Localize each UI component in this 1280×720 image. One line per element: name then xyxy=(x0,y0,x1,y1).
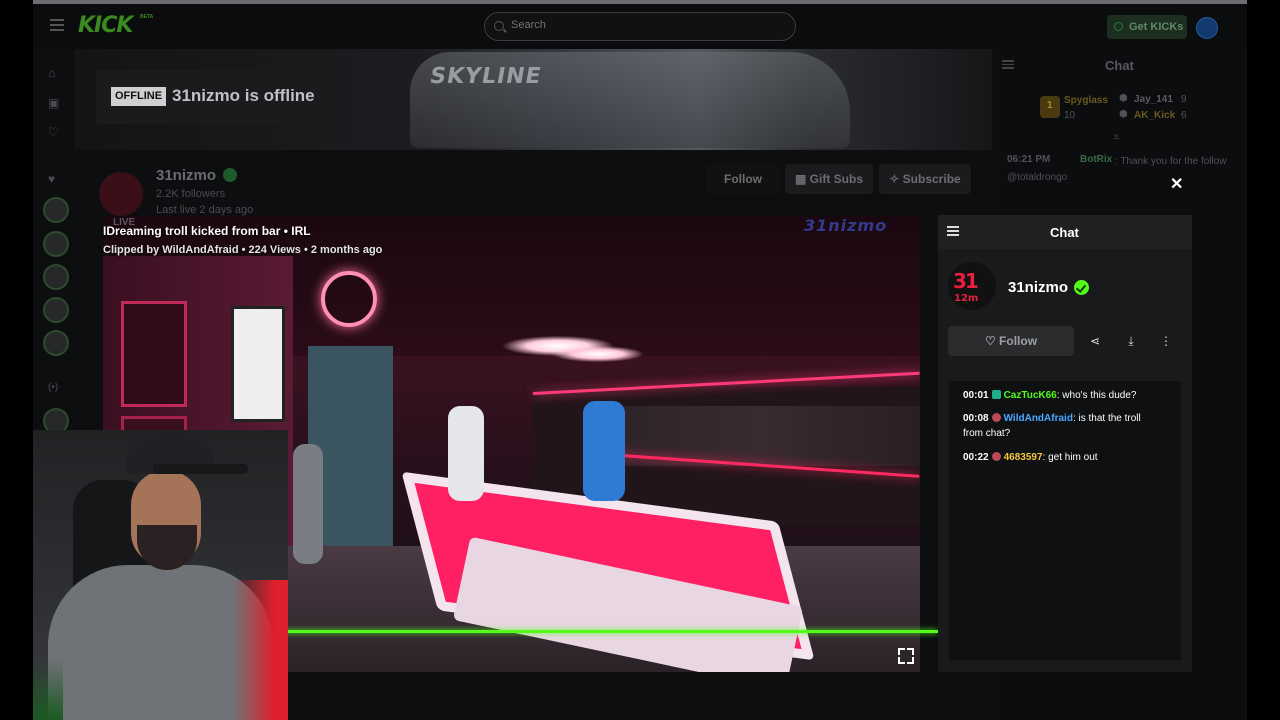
leaderboard-count: 6 xyxy=(1181,110,1187,121)
star-icon: ✧ xyxy=(889,172,903,186)
chat-message-text: : who's this dude? xyxy=(1056,390,1137,401)
webcam-streamer-cap-brim xyxy=(153,464,248,474)
subscribe-button[interactable]: ✧ Subscribe xyxy=(879,164,971,194)
kicks-coin-icon xyxy=(1114,22,1123,31)
video-person xyxy=(293,444,323,564)
gift-icon: ▦ xyxy=(794,172,810,186)
video-person xyxy=(448,406,484,501)
beta-badge: BETA xyxy=(140,14,154,20)
sidebar-channel-avatar[interactable] xyxy=(43,297,69,323)
webcam-overlay xyxy=(33,430,288,720)
menu-icon[interactable] xyxy=(50,19,64,31)
video-person xyxy=(583,401,625,501)
chat-username[interactable]: 4683597 xyxy=(1004,452,1043,463)
favorites-heart-icon[interactable]: ♥ xyxy=(48,172,55,186)
video-wall-frame xyxy=(121,301,187,407)
gift-subs-button[interactable]: ▦ Gift Subs xyxy=(785,164,873,194)
leaderboard-rank: 1 xyxy=(1047,100,1053,111)
fullscreen-icon[interactable] xyxy=(898,648,914,664)
video-watermark: 31nizmo xyxy=(804,216,888,235)
sidebar-channel-avatar[interactable] xyxy=(43,264,69,290)
get-kicks-label: Get KICKs xyxy=(1129,21,1184,33)
chat-username[interactable]: CazTucK66 xyxy=(1004,390,1057,401)
follow-label: Follow xyxy=(724,172,762,186)
more-icon[interactable]: ⋮ xyxy=(1152,326,1180,356)
video-tv xyxy=(231,306,285,422)
chat-username[interactable]: WildAndAfraid xyxy=(1004,413,1073,424)
live-channels-icon: (•) xyxy=(48,382,59,393)
verified-icon xyxy=(223,168,237,182)
search-input[interactable] xyxy=(509,18,773,32)
leaderboard-count: 10 xyxy=(1064,110,1076,121)
expand-leaderboard-icon[interactable]: ⩡ xyxy=(1113,130,1120,145)
collapse-chat-icon[interactable] xyxy=(1002,60,1014,70)
browse-icon[interactable]: ▣ xyxy=(48,96,59,110)
get-kicks-button[interactable]: Get KICKs xyxy=(1107,15,1187,39)
leaderboard-name[interactable]: AK_Kick xyxy=(1134,110,1175,121)
chat-message: 00:08 WildAndAfraid: is that the troll fr… xyxy=(963,411,1163,441)
leaderboard-name[interactable]: Jay_141 xyxy=(1134,94,1173,105)
gift-subs-label: Gift Subs xyxy=(809,172,863,186)
avatar-logo-top: 31 xyxy=(953,269,979,293)
kick-logo[interactable]: KICK xyxy=(78,13,133,38)
banner-car-text: SKYLINE xyxy=(427,64,544,89)
offline-badge: OFFLINE xyxy=(111,87,167,106)
clip-title: IDreaming troll kicked from bar • IRL xyxy=(103,224,311,238)
sidebar-channel-avatar[interactable] xyxy=(43,231,69,257)
badge-icon: ⬢ xyxy=(1119,93,1128,104)
heart-icon: ♡ xyxy=(984,334,1000,348)
chat-timestamp: 00:08 xyxy=(963,413,989,424)
sidebar-channel-avatar[interactable] xyxy=(43,197,69,223)
user-badge-icon xyxy=(991,452,1001,461)
user-badge-icon xyxy=(991,413,1001,422)
side-chat-title: Chat xyxy=(1105,58,1134,73)
user-badge-icon xyxy=(991,390,1001,399)
follow-label: Follow xyxy=(999,334,1038,348)
chat-message-text: : Thank you for the follow @totaldrongo xyxy=(1007,156,1227,183)
video-neon-ring xyxy=(321,271,377,327)
badge-icon: ⬢ xyxy=(1119,109,1128,120)
leaderboard-name[interactable]: Spyglass xyxy=(1064,95,1108,106)
clip-meta: Clipped by WildAndAfraid • 224 Views • 2… xyxy=(103,244,383,256)
chat-timestamp: 00:01 xyxy=(963,390,989,401)
chat-message: 00:01 CazTucK66: who's this dude? xyxy=(963,388,1163,403)
follow-button[interactable]: ♡ Follow xyxy=(948,326,1074,356)
channel-name[interactable]: 31nizmo xyxy=(1008,279,1068,296)
webcam-green-light xyxy=(33,660,63,720)
following-heart-icon[interactable]: ♡ xyxy=(48,125,59,139)
search-bar[interactable] xyxy=(484,12,796,41)
share-icon[interactable]: ⋖ xyxy=(1081,326,1109,356)
offline-message: 31nizmo is offline xyxy=(172,86,315,105)
chat-message-text: : get him out xyxy=(1042,452,1098,463)
clip-chat-title: Chat xyxy=(1050,225,1079,240)
close-icon[interactable]: ✕ xyxy=(1170,174,1183,194)
follow-button[interactable]: Follow xyxy=(706,164,780,194)
avatar-logo-bottom: 12m xyxy=(954,293,979,304)
video-lamp xyxy=(553,346,643,362)
leaderboard-rank-badge: 1 xyxy=(1040,96,1060,118)
home-icon[interactable]: ⌂ xyxy=(48,66,55,80)
collapse-chat-icon[interactable] xyxy=(947,226,959,237)
subscribe-label: Subscribe xyxy=(902,172,961,186)
last-live-text: Last live 2 days ago xyxy=(156,204,254,216)
channel-name[interactable]: 31nizmo xyxy=(156,167,216,184)
verified-icon xyxy=(1074,280,1089,295)
chat-message: 00:22 4683597: get him out xyxy=(963,450,1163,465)
channel-avatar[interactable]: 31 12m xyxy=(948,262,996,310)
sidebar-channel-avatar[interactable] xyxy=(43,330,69,356)
leaderboard-count: 9 xyxy=(1181,94,1187,105)
chat-message-list: 00:01 CazTucK66: who's this dude? 00:08 Wi… xyxy=(949,381,1181,660)
channel-avatar[interactable] xyxy=(99,172,143,216)
follower-count: 2.2K followers xyxy=(156,188,226,200)
chat-timestamp: 00:22 xyxy=(963,452,989,463)
webcam-red-light xyxy=(233,580,288,720)
user-avatar[interactable] xyxy=(1196,17,1218,39)
download-icon[interactable]: ⤓ xyxy=(1117,326,1145,356)
search-icon xyxy=(494,21,504,31)
